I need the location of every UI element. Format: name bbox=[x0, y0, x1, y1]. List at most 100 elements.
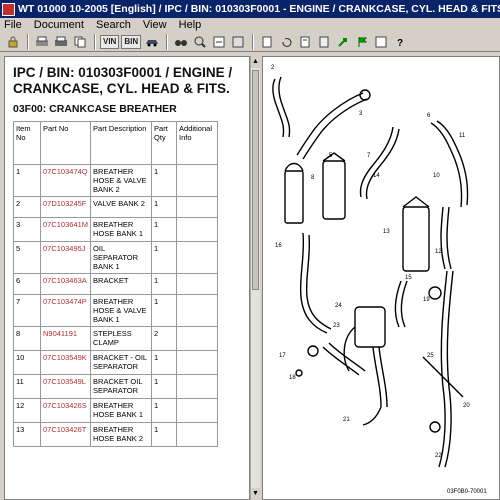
printer-icon[interactable] bbox=[33, 34, 50, 50]
part-no-link[interactable]: 07C103426S bbox=[39, 398, 92, 423]
toolbar-separator bbox=[94, 33, 96, 50]
callout-label: 12 bbox=[435, 249, 442, 255]
toolbar-separator bbox=[252, 33, 255, 50]
callout-label: 3 bbox=[359, 111, 363, 117]
scroll-down-arrow[interactable]: ▼ bbox=[251, 488, 260, 500]
callout-label: 8 bbox=[311, 175, 315, 181]
document-icon[interactable] bbox=[315, 34, 332, 50]
section-title: 03F00: CRANKCASE BREATHER bbox=[13, 103, 177, 115]
callout-label: 15 bbox=[405, 275, 412, 281]
vin-button[interactable]: VIN bbox=[100, 34, 120, 49]
toolbar: VIN BIN ? bbox=[0, 32, 500, 52]
part-description: BREATHER HOSE BANK 1 bbox=[90, 217, 153, 242]
additional-info bbox=[176, 196, 218, 218]
lock-icon[interactable] bbox=[4, 34, 21, 50]
part-qty: 1 bbox=[151, 350, 178, 375]
part-no-link[interactable]: 07C103495J bbox=[39, 241, 92, 274]
menu-help[interactable]: Help bbox=[179, 19, 202, 31]
print-preview-icon[interactable] bbox=[52, 34, 69, 50]
part-no-link[interactable]: 07C103549L bbox=[39, 374, 92, 399]
part-description: BRACKET OIL SEPARATOR bbox=[90, 374, 153, 399]
part-qty: 1 bbox=[151, 217, 178, 242]
part-description: OIL SEPARATOR BANK 1 bbox=[90, 241, 153, 274]
part-no-link[interactable]: 07C103641M bbox=[39, 217, 92, 242]
additional-info bbox=[176, 422, 218, 447]
item-no: 1 bbox=[13, 164, 41, 197]
exploded-parts-diagram: 2 3 5 6 7 8 10 11 12 13 14 15 16 17 18 1… bbox=[271, 65, 487, 495]
part-description: BRACKET - OIL SEPARATOR bbox=[90, 350, 153, 375]
table-row: 8 N9041191 STEPLESS CLAMP 2 bbox=[13, 326, 218, 351]
title-bar: WT 01000 10-2005 [English] / IPC / BIN: … bbox=[0, 0, 500, 18]
scroll-thumb[interactable] bbox=[252, 70, 259, 290]
zoom-out-icon[interactable] bbox=[210, 34, 227, 50]
callout-label: 2 bbox=[271, 65, 275, 71]
table-row: 12 07C103426S BREATHER HOSE BANK 11 bbox=[13, 398, 218, 423]
additional-info bbox=[176, 164, 218, 197]
menu-bar: File Document Search View Help bbox=[0, 18, 500, 32]
part-no-link[interactable]: 07C103463A bbox=[39, 273, 92, 295]
table-header-row: Item No Part No Part Description Part Qt… bbox=[13, 121, 218, 165]
app-icon bbox=[2, 2, 15, 16]
vertical-scrollbar[interactable]: ▲ ▼ bbox=[250, 56, 260, 500]
rotate-icon[interactable] bbox=[277, 34, 294, 50]
table-row: 3 07C103641M BREATHER HOSE BANK 11 bbox=[13, 217, 218, 242]
part-no-link[interactable]: 07C103474P bbox=[39, 294, 92, 327]
zoom-in-icon[interactable] bbox=[191, 34, 208, 50]
diagram-callout-labels: 2 3 5 6 7 8 10 11 12 13 14 15 16 17 18 1… bbox=[271, 65, 487, 495]
part-qty: 1 bbox=[151, 241, 178, 274]
part-no-link[interactable]: 07C103426T bbox=[39, 422, 92, 447]
col-item-no: Item No bbox=[13, 121, 41, 165]
page-view-icon[interactable] bbox=[296, 34, 313, 50]
additional-info bbox=[176, 273, 218, 295]
car-icon[interactable] bbox=[143, 34, 160, 50]
callout-label: 16 bbox=[275, 243, 282, 249]
part-description: STEPLESS CLAMP bbox=[90, 326, 153, 351]
menu-view[interactable]: View bbox=[143, 19, 167, 31]
page-icon[interactable] bbox=[258, 34, 275, 50]
arrow-icon[interactable] bbox=[334, 34, 351, 50]
part-description: BREATHER HOSE BANK 2 bbox=[90, 422, 153, 447]
menu-document[interactable]: Document bbox=[34, 19, 84, 31]
part-no-link[interactable]: N9041191 bbox=[39, 326, 92, 351]
col-part-description: Part Description bbox=[90, 121, 153, 165]
callout-label: 23 bbox=[333, 323, 340, 329]
copy-icon[interactable] bbox=[71, 34, 88, 50]
part-description: BREATHER HOSE & VALVE BANK 2 bbox=[90, 164, 153, 197]
table-row: 10 07C103549K BRACKET - OIL SEPARATOR 1 bbox=[13, 350, 218, 375]
additional-info bbox=[176, 374, 218, 399]
menu-file[interactable]: File bbox=[4, 19, 22, 31]
grid-icon[interactable] bbox=[229, 34, 246, 50]
additional-info bbox=[176, 241, 218, 274]
callout-label: 22 bbox=[435, 453, 442, 459]
bin-button[interactable]: BIN bbox=[121, 34, 142, 49]
part-qty: 2 bbox=[151, 326, 178, 351]
callout-label: 6 bbox=[427, 113, 431, 119]
table-row: 6 07C103463A BRACKET 1 bbox=[13, 273, 218, 295]
part-qty: 1 bbox=[151, 164, 178, 197]
info-icon[interactable] bbox=[372, 34, 389, 50]
additional-info bbox=[176, 294, 218, 327]
item-no: 10 bbox=[13, 350, 41, 375]
toolbar-separator bbox=[166, 33, 169, 50]
item-no: 7 bbox=[13, 294, 41, 327]
help-icon[interactable]: ? bbox=[391, 34, 408, 50]
table-row: 13 07C103426T BREATHER HOSE BANK 21 bbox=[13, 422, 218, 447]
col-part-qty: Part Qty bbox=[151, 121, 178, 165]
item-no: 13 bbox=[13, 422, 41, 447]
item-no: 11 bbox=[13, 374, 41, 399]
additional-info bbox=[176, 398, 218, 423]
menu-search[interactable]: Search bbox=[96, 19, 131, 31]
part-qty: 1 bbox=[151, 273, 178, 295]
callout-label: 18 bbox=[289, 375, 296, 381]
scroll-up-arrow[interactable]: ▲ bbox=[251, 56, 260, 68]
flag-icon[interactable] bbox=[353, 34, 370, 50]
table-row: 11 07C103549L BRACKET OIL SEPARATOR 1 bbox=[13, 374, 218, 399]
table-row: 1 07C103474Q BREATHER HOSE & VALVE BANK 21 bbox=[13, 164, 218, 197]
part-no-link[interactable]: 07C103474Q bbox=[39, 164, 92, 197]
part-no-link[interactable]: 07D103245F bbox=[39, 196, 92, 218]
part-no-link[interactable]: 07C103549K bbox=[39, 350, 92, 375]
callout-label: 10 bbox=[433, 173, 440, 179]
page-title: IPC / BIN: 010303F0001 / ENGINE / CRANKC… bbox=[13, 65, 233, 96]
callout-label: 19 bbox=[423, 297, 430, 303]
binoculars-icon[interactable] bbox=[172, 34, 189, 50]
